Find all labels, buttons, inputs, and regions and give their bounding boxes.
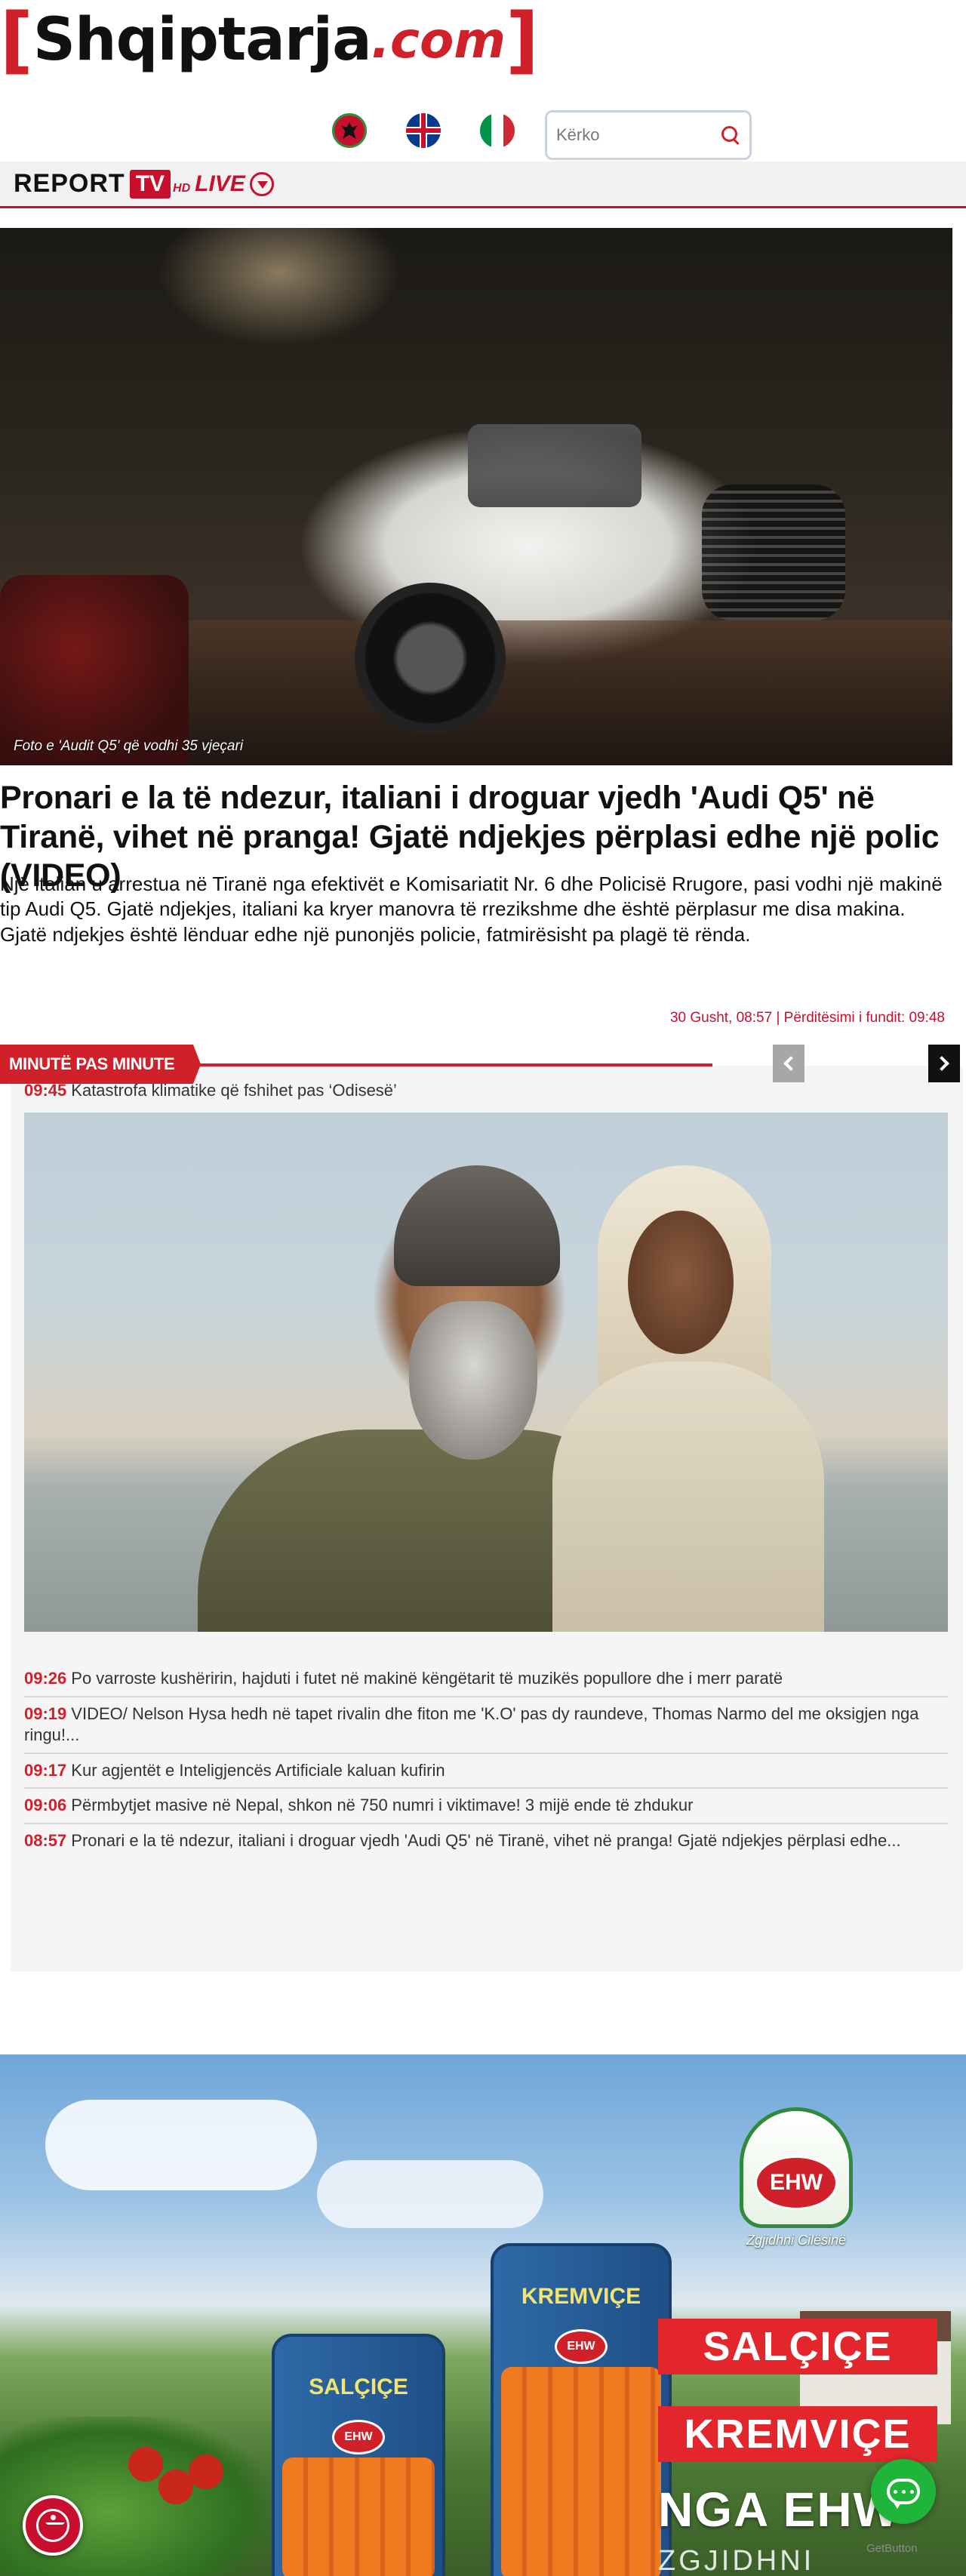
logo-domain: .com bbox=[371, 11, 506, 69]
news-time: 09:19 bbox=[24, 1703, 67, 1723]
chevron-left-icon bbox=[783, 1056, 798, 1071]
chevron-right-icon bbox=[934, 1056, 949, 1071]
ad-product-pack: KREMVIÇE EHW bbox=[491, 2243, 672, 2576]
ad-headline-2: KREMVIÇE bbox=[658, 2406, 937, 2462]
logo-close-bracket: ] bbox=[506, 0, 539, 82]
tomato-icon bbox=[158, 2470, 193, 2504]
news-title: VIDEO/ Nelson Hysa hedh në tapet rivalin… bbox=[24, 1703, 919, 1745]
list-item[interactable]: 08:57 Pronari e la të ndezur, italiani i … bbox=[24, 1824, 948, 1858]
uk-flag-icon[interactable] bbox=[406, 113, 441, 148]
report-tv-label: REPORT bbox=[14, 169, 125, 198]
accessibility-button[interactable] bbox=[23, 2495, 83, 2556]
list-item[interactable]: 09:17 Kur agjentët e Inteligjencës Artifi… bbox=[24, 1754, 948, 1790]
hero-car-grille bbox=[702, 485, 845, 620]
getbutton-label[interactable]: GetButton bbox=[866, 2542, 918, 2555]
search-icon[interactable] bbox=[719, 124, 742, 146]
sausages-image bbox=[282, 2458, 435, 2576]
ad-cloud bbox=[45, 2100, 317, 2190]
list-item[interactable]: 09:26 Po varroste kushëririn, hajduti i f… bbox=[24, 1662, 948, 1697]
list-item[interactable]: 09:06 Përmbytjet masive në Nepal, shkon n… bbox=[24, 1789, 948, 1824]
minute-by-minute-panel: 09:45 Katastrofa klimatike që fshihet pas… bbox=[11, 1066, 963, 1971]
search-input[interactable] bbox=[556, 125, 707, 145]
accessibility-icon bbox=[36, 2509, 69, 2542]
tv-label: TV bbox=[129, 169, 171, 199]
section-divider bbox=[193, 1063, 712, 1066]
article-hero-image: Foto e 'Audit Q5' që vodhi 35 vjeçari bbox=[0, 228, 952, 765]
pack-brand-badge: EHW bbox=[332, 2420, 385, 2454]
italy-flag-icon[interactable] bbox=[480, 113, 515, 148]
live-label: LIVE bbox=[195, 171, 245, 196]
logo-name: Shqiptarja bbox=[32, 6, 372, 74]
ad-tagline: ZGJIDHNI CILËSINË bbox=[658, 2545, 815, 2576]
search-box bbox=[545, 110, 752, 160]
ad-cloud bbox=[317, 2160, 543, 2228]
chevron-down-icon[interactable] bbox=[249, 171, 274, 196]
ad-headline-3: NGA EHW bbox=[658, 2482, 900, 2537]
news-title: Pronari e la të ndezur, italiani i drogu… bbox=[71, 1830, 901, 1850]
advertisement-banner[interactable]: SALÇIÇE EHW KREMVIÇE EHW EHW Zgjidhni Ci… bbox=[0, 2054, 966, 2576]
chat-icon bbox=[887, 2479, 920, 2509]
news-time: 09:06 bbox=[24, 1796, 67, 1815]
hero-red-chair bbox=[0, 575, 189, 765]
news-list: 09:26 Po varroste kushëririn, hajduti i f… bbox=[24, 1662, 948, 1858]
language-switcher bbox=[332, 113, 515, 148]
article-timestamp: 30 Gusht, 08:57 | Përditësimi i fundit: … bbox=[669, 1010, 945, 1026]
next-button[interactable] bbox=[928, 1045, 960, 1082]
minute-by-minute-section: 09:45 Katastrofa klimatike që fshihet pas… bbox=[0, 1045, 966, 1973]
pack-label: KREMVIÇE bbox=[521, 2284, 641, 2309]
news-title: Po varroste kushëririn, hajduti i futet … bbox=[71, 1669, 783, 1688]
featured-news-image[interactable] bbox=[24, 1113, 948, 1632]
hero-car-window bbox=[468, 424, 641, 507]
report-tv-live-bar[interactable]: REPORT TV HD LIVE bbox=[0, 162, 966, 208]
hero-car-wheel bbox=[355, 583, 506, 734]
pack-brand-badge: EHW bbox=[555, 2329, 608, 2364]
image-figure-robe bbox=[552, 1362, 824, 1632]
bell-logo-icon: EHW bbox=[740, 2107, 853, 2228]
logo-open-bracket: [ bbox=[0, 0, 33, 82]
ad-product-pack: SALÇIÇE EHW bbox=[272, 2334, 445, 2576]
hd-label: HD bbox=[173, 182, 191, 195]
sausages-image bbox=[501, 2367, 661, 2576]
prev-button[interactable] bbox=[773, 1045, 804, 1082]
tomato-icon bbox=[128, 2447, 163, 2482]
image-figure-hair bbox=[394, 1165, 560, 1286]
brand-name: EHW bbox=[755, 2156, 838, 2210]
list-item[interactable]: 09:19 VIDEO/ Nelson Hysa hedh në tapet ri… bbox=[24, 1697, 948, 1754]
article-lead: Një italian u arrestua në Tiranë nga efe… bbox=[0, 873, 943, 946]
news-title: Përmbytjet masive në Nepal, shkon në 750… bbox=[71, 1796, 694, 1815]
site-logo[interactable]: [ Shqiptarja .com ] bbox=[0, 0, 539, 82]
pack-label: SALÇIÇE bbox=[309, 2374, 408, 2399]
image-figure-face bbox=[628, 1211, 734, 1354]
image-caption: Foto e 'Audit Q5' që vodhi 35 vjeçari bbox=[14, 738, 244, 754]
section-heading: MINUTË PAS MINUTE bbox=[0, 1045, 201, 1084]
news-time: 08:57 bbox=[24, 1830, 67, 1850]
news-title: Kur agjentët e Inteligjencës Artificiale… bbox=[71, 1760, 445, 1780]
image-figure-beard bbox=[409, 1301, 537, 1460]
brand-slogan: Zgjidhni Cilësinë bbox=[746, 2233, 847, 2248]
tomato-icon bbox=[189, 2454, 223, 2489]
news-time: 09:26 bbox=[24, 1669, 67, 1688]
ad-headline-1: SALÇIÇE bbox=[658, 2319, 937, 2374]
chat-button[interactable] bbox=[871, 2459, 936, 2524]
news-time: 09:17 bbox=[24, 1760, 67, 1780]
ad-brand-logo: EHW Zgjidhni Cilësinë bbox=[732, 2107, 860, 2266]
albania-flag-icon[interactable] bbox=[332, 113, 367, 148]
